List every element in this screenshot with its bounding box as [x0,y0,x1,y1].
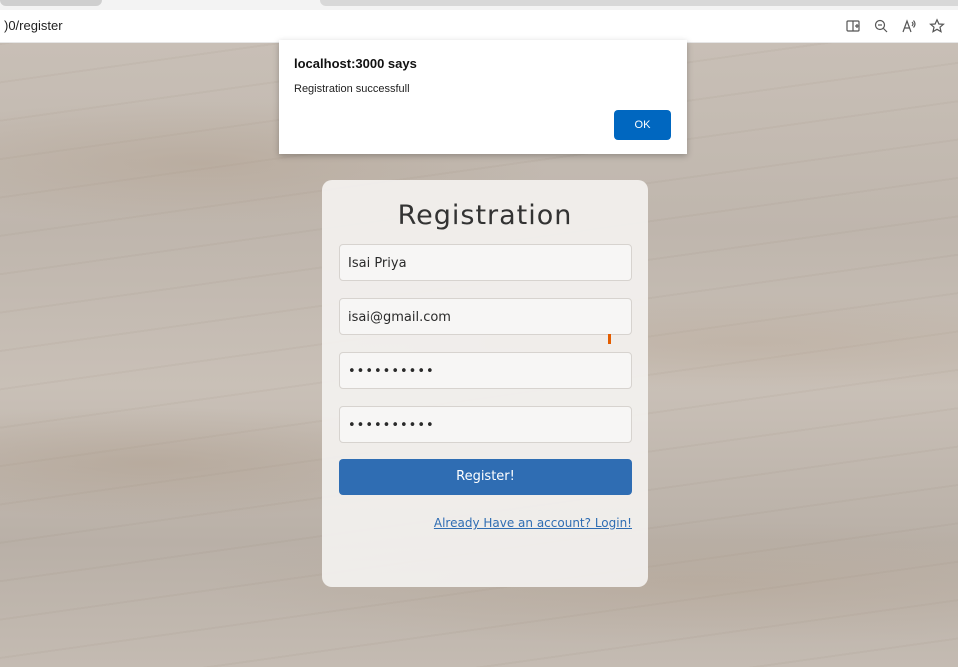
browser-tab-active[interactable] [320,0,958,6]
alert-message: Registration successfull [294,83,410,95]
url-field[interactable]: )0/register [4,18,63,33]
split-screen-icon[interactable] [842,15,864,37]
browser-tab[interactable] [0,0,102,6]
email-field[interactable]: isai@gmail.com [339,298,632,335]
register-button[interactable]: Register! [339,459,632,495]
alert-title: localhost:3000 says [294,56,417,71]
favorite-star-icon[interactable] [926,15,948,37]
name-field[interactable]: Isai Priya [339,244,632,281]
registration-card: Registration Isai Priya isai@gmail.com •… [322,180,648,587]
address-bar: )0/register [0,10,958,43]
alert-ok-button[interactable]: OK [614,110,671,140]
address-bar-tools [842,15,948,37]
confirm-password-field[interactable]: •••••••••• [339,406,632,443]
login-link[interactable]: Already Have an account? Login! [434,516,632,530]
password-field[interactable]: •••••••••• [339,352,632,389]
zoom-out-icon[interactable] [870,15,892,37]
page-title: Registration [397,200,573,231]
read-aloud-icon[interactable] [898,15,920,37]
text-cursor-marker [608,334,611,344]
browser-tab-strip [0,0,958,10]
alert-dialog: localhost:3000 says Registration success… [279,40,687,154]
